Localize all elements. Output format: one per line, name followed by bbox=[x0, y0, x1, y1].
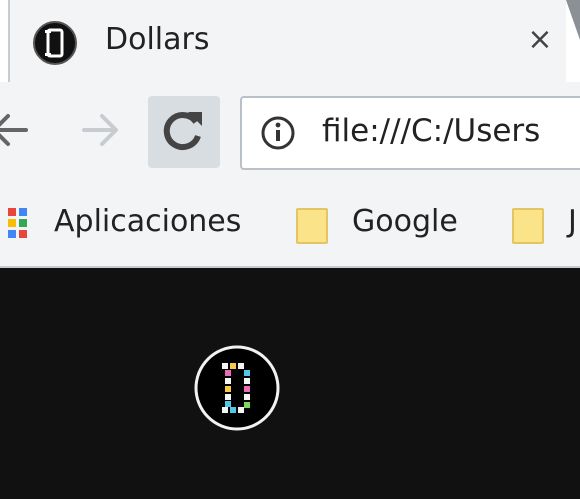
folder-icon bbox=[296, 208, 328, 244]
back-arrow-icon bbox=[0, 114, 28, 146]
reload-button[interactable] bbox=[148, 96, 220, 168]
folder-icon bbox=[512, 208, 544, 244]
forward-button[interactable] bbox=[70, 100, 130, 160]
tab-close-icon[interactable]: × bbox=[522, 22, 558, 58]
browser-toolbar: file:///C:/Users bbox=[0, 82, 580, 182]
reload-icon bbox=[163, 112, 202, 151]
dollars-favicon-icon bbox=[32, 20, 78, 66]
forward-arrow-icon bbox=[82, 114, 118, 146]
apps-grid-icon bbox=[8, 206, 38, 242]
bookmark-j[interactable]: J bbox=[512, 200, 580, 248]
bookmark-label: Google bbox=[352, 204, 458, 239]
bookmarks-bar: Aplicaciones Google J bbox=[0, 182, 580, 268]
address-bar[interactable]: file:///C:/Users bbox=[240, 96, 580, 170]
bookmark-label: Aplicaciones bbox=[54, 204, 242, 239]
back-button[interactable] bbox=[0, 100, 40, 160]
url-text[interactable]: file:///C:/Users bbox=[322, 113, 540, 149]
page-content bbox=[0, 268, 580, 499]
bookmark-label: J bbox=[568, 204, 577, 239]
tab-title: Dollars bbox=[105, 22, 210, 57]
tab-edge-decoration bbox=[566, 0, 580, 40]
bookmark-apps[interactable]: Aplicaciones bbox=[0, 200, 260, 248]
bookmark-google[interactable]: Google bbox=[296, 200, 486, 248]
tab-strip: Dollars × bbox=[0, 0, 580, 82]
info-icon[interactable] bbox=[260, 115, 296, 151]
browser-tab[interactable]: Dollars × bbox=[8, 0, 566, 82]
dollars-logo-icon[interactable] bbox=[192, 343, 282, 433]
